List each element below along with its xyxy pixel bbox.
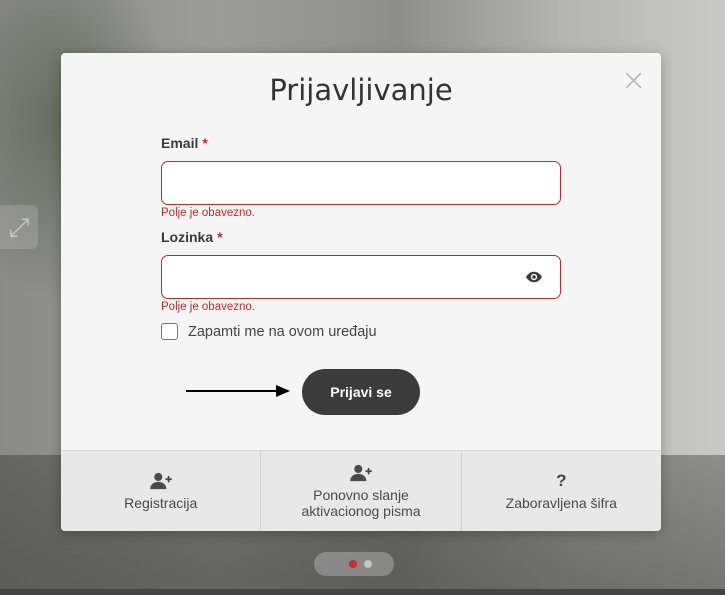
- carousel-dot: [364, 560, 372, 568]
- login-submit-button[interactable]: Prijavi se: [302, 369, 420, 415]
- password-field[interactable]: [161, 255, 561, 299]
- arrow-annotation-icon: [186, 385, 290, 397]
- background-bottom-bar: [0, 589, 725, 595]
- question-icon: ?: [556, 470, 567, 490]
- password-label: Lozinka *: [161, 229, 223, 245]
- password-error: Polje je obavezno.: [161, 301, 255, 313]
- carousel-dot-active: [349, 560, 357, 568]
- email-field[interactable]: [161, 161, 561, 205]
- resend-activation-link[interactable]: Ponovno slanje aktivacionog pisma: [261, 451, 462, 531]
- required-mark: *: [202, 135, 208, 151]
- forgot-password-label: Zaboravljena šifra: [505, 494, 617, 511]
- required-mark: *: [217, 229, 223, 245]
- remember-checkbox[interactable]: [161, 323, 178, 340]
- user-plus-icon: [149, 472, 172, 489]
- password-label-text: Lozinka: [161, 229, 214, 245]
- email-label-text: Email: [161, 135, 199, 151]
- forgot-password-link[interactable]: ? Zaboravljena šifra: [462, 451, 661, 531]
- remember-label: Zapamti me na ovom uređaju: [188, 324, 377, 340]
- user-plus-icon: [350, 464, 372, 481]
- eye-icon[interactable]: [525, 268, 543, 286]
- register-label: Registracija: [124, 494, 198, 511]
- register-link[interactable]: Registracija: [61, 451, 262, 531]
- login-modal: × Prijavljivanje Email * Polje je obavezn…: [61, 53, 661, 531]
- modal-footer: Registracija Ponovno slanje aktivacionog…: [61, 450, 661, 531]
- email-error: Polje je obavezno.: [161, 207, 255, 219]
- resend-activation-label: Ponovno slanje aktivacionog pisma: [301, 486, 421, 519]
- email-label: Email *: [161, 135, 208, 151]
- expand-icon: ⤢: [0, 205, 38, 249]
- modal-title: Prijavljivanje: [269, 73, 453, 107]
